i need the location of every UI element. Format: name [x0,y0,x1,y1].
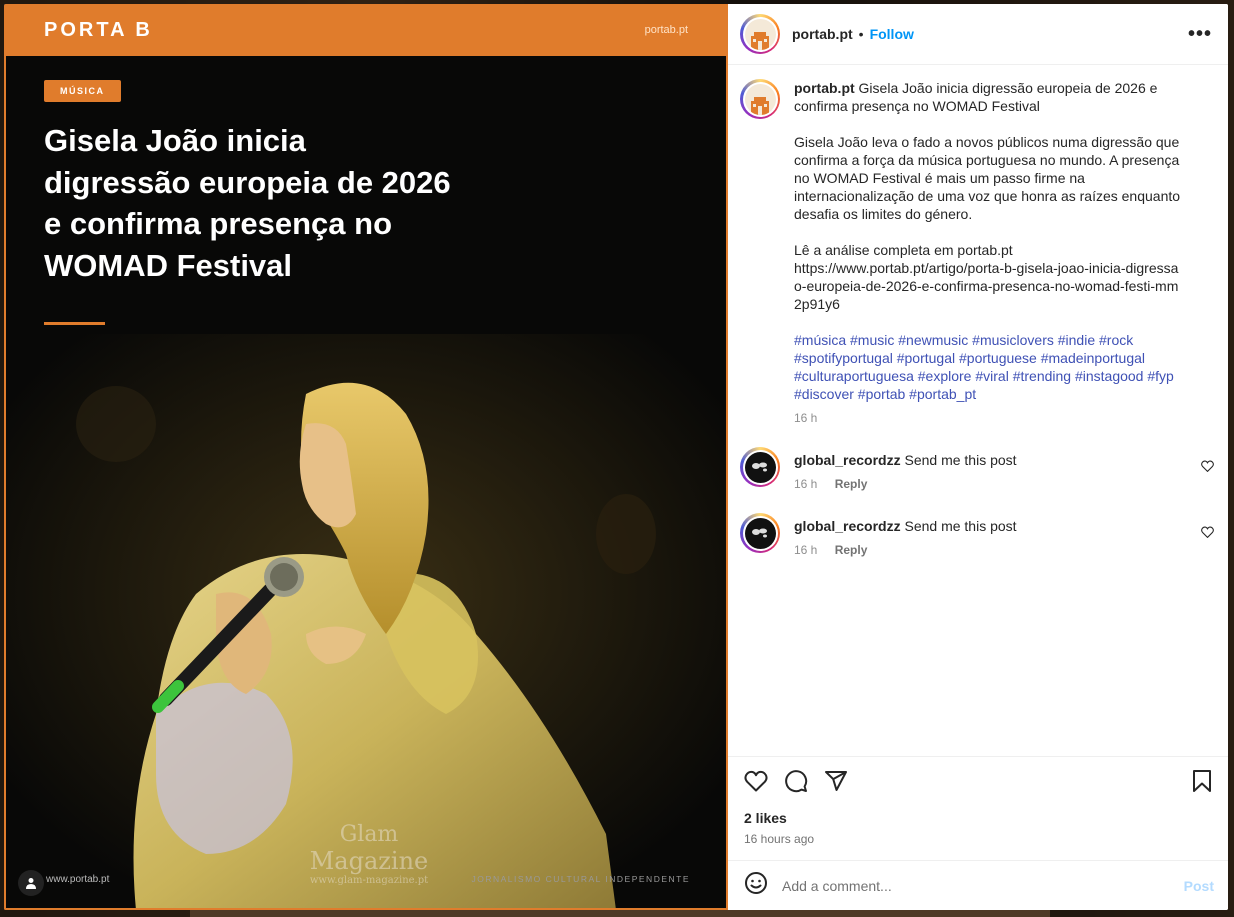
comment-like-icon[interactable] [1201,525,1214,543]
caption-read-more: Lê a análise completa em portab.pt [794,242,1013,258]
follow-button[interactable]: Follow [870,26,914,42]
emoji-icon[interactable] [744,871,768,900]
global-recordzz-avatar-image [744,517,776,549]
post-comment-button[interactable]: Post [1184,878,1214,894]
comment-body: Send me this post [904,518,1017,534]
caption-article-url: https://www.portab.pt/artigo/porta-b-gis… [794,260,1179,312]
tagged-account-icon[interactable] [18,870,44,896]
category-badge: MÚSICA [44,80,121,102]
header-separator: • [858,26,864,42]
caption-username[interactable]: portab.pt [794,80,855,96]
caption-row: portab.pt Gisela João inicia digressão e… [740,79,1216,425]
more-options-icon[interactable]: ••• [1188,23,1216,46]
share-icon[interactable] [824,769,848,798]
comment-username[interactable]: global_recordzz [794,452,901,468]
comment-row: global_recordzz Send me this post 16 h R… [740,513,1216,557]
action-icons [744,769,1212,798]
comment-time: 16 h [794,477,818,491]
comment-text: global_recordzz Send me this post [794,517,1186,535]
comment-username[interactable]: global_recordzz [794,518,901,534]
brand-logo: PORTA B [44,18,153,41]
post-header: portab.pt • Follow ••• [728,4,1228,65]
reply-button[interactable]: Reply [835,543,868,557]
comment-input[interactable] [782,877,1184,894]
likes-count[interactable]: 2 likes [744,810,1212,826]
comment-text: global_recordzz Send me this post [794,451,1186,469]
comments-section[interactable]: portab.pt Gisela João inicia digressão e… [728,65,1228,756]
caption-text: portab.pt Gisela João inicia digressão e… [794,79,1186,115]
reply-button[interactable]: Reply [835,477,868,491]
heart-icon[interactable] [744,770,768,797]
comment-row: global_recordzz Send me this post 16 h R… [740,447,1216,491]
caption-hashtags[interactable]: #música #music #newmusic #musiclovers #i… [794,331,1186,403]
image-headline: Gisela João inicia digressão europeia de… [44,123,451,283]
watermark-line1: Glam [339,822,399,847]
comment-meta: 16 h Reply [794,477,1186,491]
comment-time: 16 h [794,543,818,557]
image-footer-tagline: JORNALISMO CULTURAL INDEPENDENTE [471,874,690,884]
porta-b-avatar-image [744,83,776,115]
author-avatar[interactable] [740,14,780,54]
comment-meta: 16 h Reply [794,543,1186,557]
post-actions: 2 likes 16 hours ago [728,756,1228,860]
commenter-avatar[interactable] [740,447,780,487]
caption-paragraph-1: Gisela João leva o fado a novos públicos… [794,134,1181,222]
post-image[interactable]: PORTA B portab.pt MÚSICA Gisela João ini… [4,4,728,910]
post-time-ago: 16 hours ago [744,832,815,846]
porta-b-avatar-image [744,18,776,50]
comment-like-icon[interactable] [1201,459,1214,477]
caption-avatar[interactable] [740,79,780,119]
global-recordzz-avatar-image [744,451,776,483]
image-site-label: portab.pt [644,24,688,36]
watermark: Glam Magazine www.glam-magazine.pt [294,822,444,886]
watermark-line2: Magazine [309,847,429,875]
image-header-bar: PORTA B portab.pt [6,4,726,56]
bookmark-icon[interactable] [1192,770,1212,797]
add-comment-bar: Post [728,860,1228,910]
post-side-panel: portab.pt • Follow ••• portab.pt Gisela [728,4,1228,910]
headline-divider [44,322,105,325]
caption-timestamp: 16 h [794,411,818,425]
comment-icon[interactable] [784,769,808,798]
caption-paragraph-2: Lê a análise completa em portab.pt https… [794,241,1186,313]
watermark-line3: www.glam-magazine.pt [309,875,429,886]
author-username[interactable]: portab.pt [792,26,853,42]
comment-body: Send me this post [904,452,1017,468]
post-modal: PORTA B portab.pt MÚSICA Gisela João ini… [4,4,1228,910]
image-footer-site: www.portab.pt [46,874,110,885]
commenter-avatar[interactable] [740,513,780,553]
